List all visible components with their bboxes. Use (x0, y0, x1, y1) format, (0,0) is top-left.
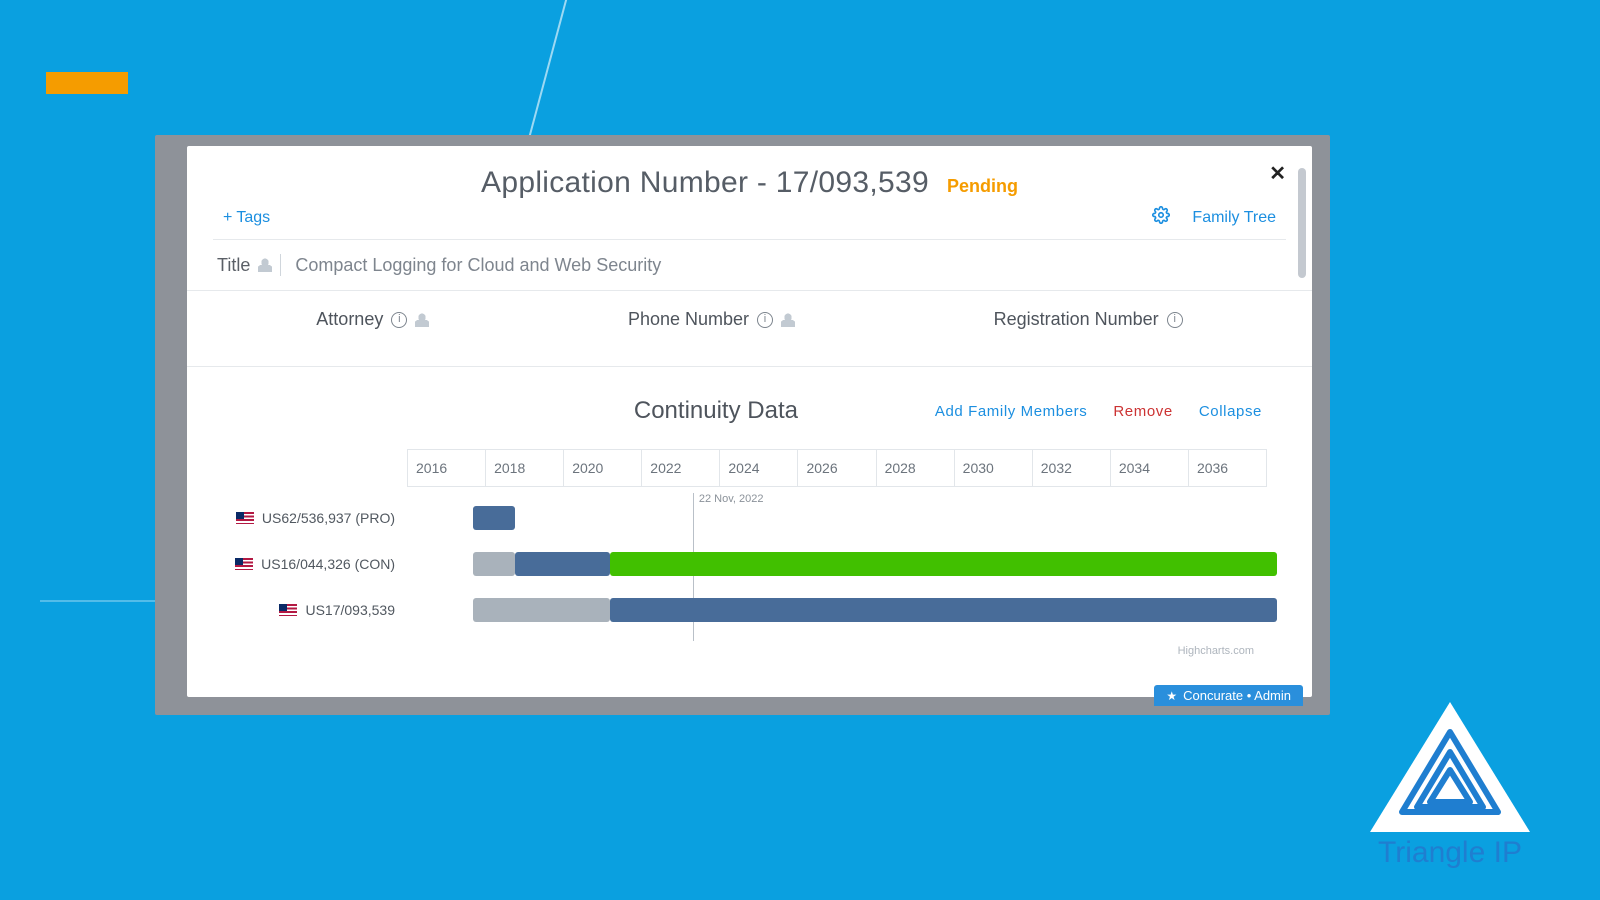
tags-link-label: Tags (236, 209, 270, 227)
axis-tick: 2018 (486, 450, 564, 486)
chart-lane (407, 506, 1267, 530)
user-badge[interactable]: ★ Concurate • Admin (1154, 685, 1303, 706)
title-field-row: Title Compact Logging for Cloud and Web … (187, 240, 1312, 291)
chart-row: US17/093,539 (232, 587, 1267, 633)
attorney-field: Attorney i (316, 309, 429, 330)
star-icon: ★ (1166, 689, 1177, 703)
accent-bar (46, 72, 128, 94)
brand-name: Triangle IP (1340, 836, 1560, 870)
flag-us-icon (236, 512, 254, 524)
axis-tick: 2022 (642, 450, 720, 486)
chart-row-label: US62/536,937 (PRO) (232, 510, 407, 526)
modal-header: Application Number - 17/093,539 Pending … (187, 146, 1312, 239)
chart-lane (407, 598, 1267, 622)
modal-card: ✕ Application Number - 17/093,539 Pendin… (187, 146, 1312, 697)
chart-bar[interactable] (473, 598, 610, 622)
close-button[interactable]: ✕ (1269, 161, 1286, 186)
person-icon (781, 313, 795, 327)
chart-bar[interactable] (515, 552, 610, 576)
title-field-label: Title (217, 255, 250, 276)
chart-bar[interactable] (473, 506, 514, 530)
collapse-link[interactable]: Collapse (1199, 403, 1262, 420)
chart-lane (407, 552, 1267, 576)
brand-logo: Triangle IP (1340, 702, 1560, 870)
modal-frame: ✕ Application Number - 17/093,539 Pendin… (155, 135, 1330, 715)
registration-field: Registration Number i (994, 309, 1183, 330)
axis-tick: 2028 (877, 450, 955, 486)
phone-field: Phone Number i (628, 309, 795, 330)
axis-tick: 2030 (955, 450, 1033, 486)
axis-tick: 2032 (1033, 450, 1111, 486)
today-label: 22 Nov, 2022 (699, 493, 764, 505)
chart-x-axis: 2016201820202022202420262028203020322034… (407, 449, 1267, 487)
person-icon (415, 313, 429, 327)
plus-icon: + (223, 209, 232, 227)
flag-us-icon (279, 604, 297, 616)
continuity-chart: 2016201820202022202420262028203020322034… (187, 439, 1312, 643)
axis-tick: 2036 (1189, 450, 1266, 486)
chart-row: US16/044,326 (CON) (232, 541, 1267, 587)
info-icon[interactable]: i (757, 312, 773, 328)
remove-link[interactable]: Remove (1113, 403, 1172, 420)
chart-row-label: US17/093,539 (232, 602, 407, 618)
phone-label: Phone Number (628, 309, 749, 330)
chart-bar[interactable] (610, 552, 1277, 576)
user-badge-text: Concurate • Admin (1183, 688, 1291, 703)
info-icon[interactable]: i (391, 312, 407, 328)
axis-tick: 2026 (798, 450, 876, 486)
divider-vertical (280, 254, 281, 276)
axis-tick: 2034 (1111, 450, 1189, 486)
add-tags-link[interactable]: +Tags (223, 209, 270, 227)
meta-row: Attorney i Phone Number i Registration N… (187, 291, 1312, 367)
registration-label: Registration Number (994, 309, 1159, 330)
flag-us-icon (235, 558, 253, 570)
chart-bar[interactable] (473, 552, 514, 576)
chart-body: 22 Nov, 2022 US62/536,937 (PRO) US16/044,… (232, 495, 1267, 633)
gear-icon[interactable] (1152, 206, 1170, 229)
scrollbar[interactable] (1298, 168, 1306, 278)
status-badge: Pending (947, 176, 1018, 197)
chart-row-label: US16/044,326 (CON) (232, 556, 407, 572)
highcharts-credit[interactable]: Highcharts.com (187, 645, 1312, 657)
continuity-header: Continuity Data Add Family Members Remov… (187, 367, 1312, 439)
person-icon (258, 258, 272, 272)
axis-tick: 2020 (564, 450, 642, 486)
axis-tick: 2024 (720, 450, 798, 486)
section-title: Continuity Data (497, 397, 935, 425)
application-title: Application Number - 17/093,539 (481, 166, 929, 200)
info-icon[interactable]: i (1167, 312, 1183, 328)
title-field-value: Compact Logging for Cloud and Web Securi… (295, 255, 661, 276)
chart-bar[interactable] (610, 598, 1277, 622)
axis-tick: 2016 (408, 450, 486, 486)
add-family-link[interactable]: Add Family Members (935, 403, 1088, 420)
attorney-label: Attorney (316, 309, 383, 330)
family-tree-link[interactable]: Family Tree (1192, 209, 1276, 227)
